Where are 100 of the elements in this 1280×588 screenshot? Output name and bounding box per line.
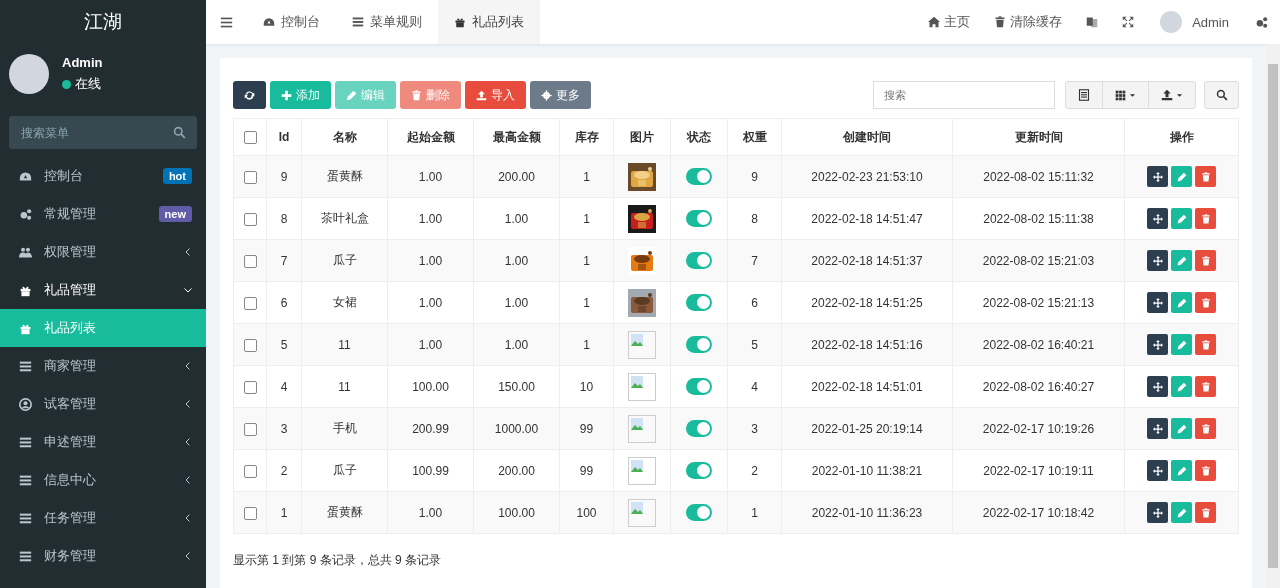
tab[interactable]: 控制台	[247, 0, 336, 44]
status-toggle[interactable]	[686, 336, 712, 353]
table-cell: 2022-02-17 10:19:26	[982, 421, 1095, 436]
column-header: 名称	[301, 118, 388, 156]
trash-icon	[1200, 297, 1211, 308]
user-name[interactable]: Admin	[1192, 14, 1229, 30]
tab[interactable]: 礼品列表	[438, 0, 540, 44]
table-cell: 瓜子	[332, 253, 357, 267]
search-button[interactable]	[1204, 81, 1239, 109]
trash-icon	[411, 89, 422, 101]
status-toggle[interactable]	[686, 210, 712, 227]
select-all-checkbox[interactable]	[243, 131, 257, 145]
sidebar-item[interactable]: 控制台 hot	[0, 157, 206, 195]
more-button[interactable]: 更多	[530, 81, 591, 109]
pencil-icon	[1176, 423, 1187, 434]
move-icon	[1152, 465, 1163, 476]
delete-button[interactable]	[1195, 292, 1216, 313]
table-cell: 8	[280, 211, 288, 226]
row-checkbox[interactable]	[243, 464, 257, 478]
top-link[interactable]: 清除缓存	[982, 13, 1075, 31]
status-toggle[interactable]	[686, 504, 712, 521]
sidebar-item[interactable]: 申述管理	[0, 423, 206, 461]
menu-icon	[220, 15, 233, 29]
status-toggle[interactable]	[686, 168, 712, 185]
sidebar-item[interactable]: 任务管理	[0, 499, 206, 537]
row-checkbox[interactable]	[243, 254, 257, 268]
drag-button[interactable]	[1147, 166, 1168, 187]
row-checkbox[interactable]	[243, 212, 257, 226]
table-cell: 2022-01-25 20:19:14	[811, 421, 923, 436]
broken-image-icon	[628, 414, 656, 443]
row-checkbox[interactable]	[243, 170, 257, 184]
row-checkbox[interactable]	[243, 380, 257, 394]
search-field[interactable]: 搜索	[873, 81, 1055, 109]
drag-button[interactable]	[1147, 502, 1168, 523]
drag-button[interactable]	[1147, 292, 1168, 313]
status-toggle[interactable]	[686, 252, 712, 269]
table-cell: 2	[751, 463, 758, 478]
trash-icon	[1200, 255, 1211, 266]
row-checkbox[interactable]	[243, 296, 257, 310]
table-cell: 200.99	[412, 421, 449, 436]
trash-icon	[1200, 213, 1211, 224]
move-icon	[1152, 423, 1163, 434]
sidebar-item[interactable]: 礼品管理	[0, 271, 206, 309]
drag-button[interactable]	[1147, 376, 1168, 397]
column-header: Id	[266, 118, 302, 156]
status-toggle[interactable]	[686, 378, 712, 395]
table-cell: 11	[338, 337, 351, 352]
drag-button[interactable]	[1147, 334, 1168, 355]
app-logo: 江湖	[83, 10, 123, 34]
user-icon	[19, 397, 32, 411]
table-cell: 2022-02-18 14:51:37	[811, 253, 923, 268]
table-cell: 1.00	[418, 211, 443, 226]
move-icon	[1152, 255, 1163, 266]
table-cell: 1.00	[504, 337, 529, 352]
row-checkbox[interactable]	[243, 422, 257, 436]
delete-button[interactable]	[1195, 502, 1216, 523]
table-cell: 100.00	[498, 505, 535, 520]
table-cell: 2022-02-23 21:53:10	[811, 169, 923, 184]
row-checkbox[interactable]	[243, 338, 257, 352]
fullscreen-icon	[1122, 16, 1135, 28]
delete-button[interactable]	[1195, 460, 1216, 481]
delete-button[interactable]	[1195, 418, 1216, 439]
status-toggle[interactable]	[686, 294, 712, 311]
drag-button[interactable]	[1147, 208, 1168, 229]
table-cell: 6	[751, 295, 758, 310]
row-checkbox[interactable]	[243, 506, 257, 520]
scrollbar[interactable]	[1266, 44, 1280, 588]
table-cell: 1.00	[418, 295, 443, 310]
drag-button[interactable]	[1147, 418, 1168, 439]
status-toggle[interactable]	[686, 420, 712, 437]
top-link[interactable]: 主页	[916, 13, 983, 31]
pencil-icon	[1176, 297, 1187, 308]
delete-button[interactable]	[1195, 376, 1216, 397]
sidebar-item[interactable]: 财务管理	[0, 537, 206, 575]
table-cell: 2022-02-18 14:51:25	[811, 295, 923, 310]
tab[interactable]: 菜单规则	[336, 0, 438, 44]
move-icon	[1152, 339, 1163, 350]
import-button[interactable]: 导入	[465, 81, 526, 109]
sidebar-item[interactable]: 试客管理	[0, 385, 206, 423]
avatar-icon	[1160, 11, 1183, 33]
delete-button[interactable]	[1195, 166, 1216, 187]
delete-button[interactable]	[1195, 208, 1216, 229]
user-status: 在线	[75, 75, 101, 93]
table-cell: 4	[280, 379, 288, 394]
delete-button[interactable]	[1195, 250, 1216, 271]
dashboard-icon	[19, 169, 32, 183]
refresh-button[interactable]	[233, 81, 266, 109]
table-cell: 100.00	[412, 379, 449, 394]
chevron-left-icon	[184, 362, 192, 370]
table-cell: 9	[280, 169, 288, 184]
drag-button[interactable]	[1147, 250, 1168, 271]
sidebar-item[interactable]: 权限管理	[0, 233, 206, 271]
sidebar-item[interactable]: 商家管理	[0, 347, 206, 385]
menu-search-field[interactable]: 搜索菜单	[9, 116, 197, 149]
sidebar-item[interactable]: 信息中心	[0, 461, 206, 499]
status-toggle[interactable]	[686, 462, 712, 479]
table-cell: 11	[338, 379, 351, 394]
drag-button[interactable]	[1147, 460, 1168, 481]
sidebar-item[interactable]: 常规管理 new	[0, 195, 206, 233]
delete-button[interactable]	[1195, 334, 1216, 355]
